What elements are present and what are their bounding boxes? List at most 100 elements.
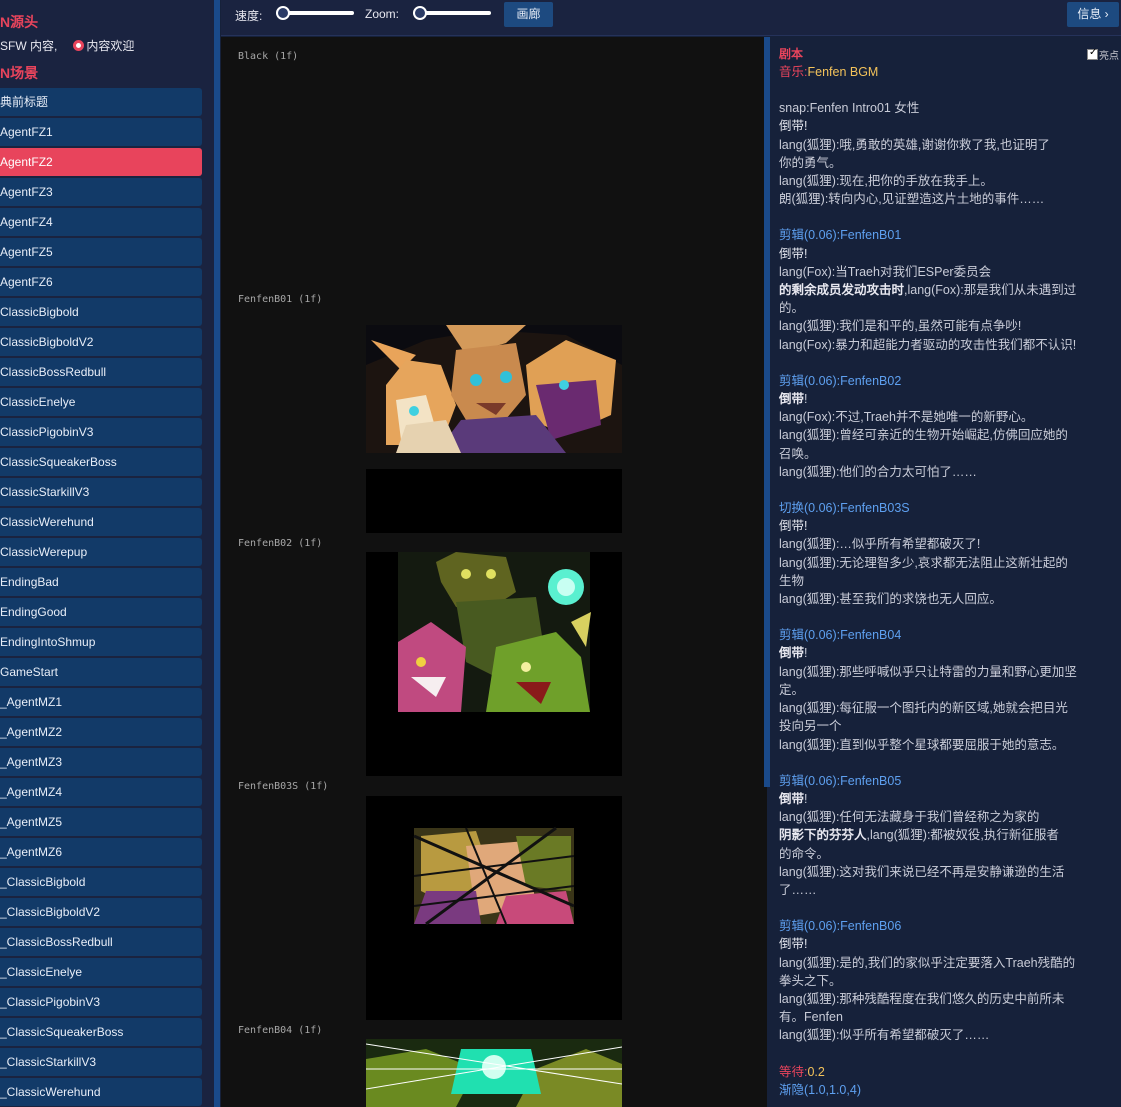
script-line [779,899,1121,917]
script-line: lang(狐狸):那种残酷程度在我们悠久的历史中前所未 [779,990,1121,1008]
highlight-toggle[interactable]: 亮点 [1087,45,1119,63]
script-segment: 投向另一个 [779,719,842,734]
frame-fenfenb03s-image [366,796,622,1020]
script-segment: lang(狐狸):那种残酷程度在我们悠久的历史中前所未 [779,991,1065,1006]
script-segment: 召唤。 [779,446,817,461]
zoom-slider-thumb[interactable] [413,6,427,20]
scene-item[interactable]: AgentFZ4 [0,208,202,236]
scene-item[interactable]: _ClassicBigbold [0,868,202,896]
frame-fenfenb02-image [366,552,622,776]
content-filter: SFW 内容, 内容欢迎 [0,36,134,54]
scene-item[interactable]: _ClassicPigobinV3 [0,988,202,1016]
zoom-slider[interactable] [413,6,491,20]
scene-item[interactable]: _ClassicEnelye [0,958,202,986]
welcome-option-label[interactable]: 内容欢迎 [86,37,134,54]
script-line: 召唤。 [779,445,1121,463]
scene-item[interactable]: EndingBad [0,568,202,596]
script-segment: ,lang(狐狸):都被奴役,执行新征服者 [866,828,1059,843]
speed-slider[interactable] [276,6,354,20]
highlight-checkbox[interactable] [1087,47,1098,60]
script-line: lang(Fox):不过,Traeh并不是她唯一的新野心。 [779,408,1121,426]
script-segment: 有。Fenfen [779,1010,843,1025]
scene-item[interactable]: AgentFZ6 [0,268,202,296]
script-segment: 定。 [779,682,805,697]
script-line: lang(Fox):暴力和超能力者驱动的攻击性我们都不认识! [779,336,1121,354]
scene-item[interactable]: ClassicWerepup [0,538,202,566]
script-segment: 倒带 [779,646,805,661]
scene-item[interactable]: ClassicEnelye [0,388,202,416]
script-segment: lang(Fox):不过,Traeh并不是她唯一的新野心。 [779,410,1034,425]
sidebar-scrollbar[interactable] [214,0,220,1107]
script-segment: lang(Fox):当Traeh对我们ESPer委员会 [779,264,992,279]
script-line: 的。 [779,299,1121,317]
scene-item[interactable]: GameStart [0,658,202,686]
script-line: lang(狐狸):直到似乎整个星球都要屈服于她的意志。 [779,736,1121,754]
scene-item[interactable]: ClassicBigbold [0,298,202,326]
script-line: 剪辑(0.06):FenfenB04 [779,626,1121,644]
script-line: 的剩余成员发动攻击时,lang(Fox):那是我们从未遇到过 [779,281,1121,299]
scene-item[interactable]: 典前标题 [0,88,202,116]
scene-item[interactable]: _AgentMZ5 [0,808,202,836]
scene-item[interactable]: AgentFZ2 [0,148,202,176]
scene-item[interactable]: ClassicPigobinV3 [0,418,202,446]
script-line [779,608,1121,626]
scene-item[interactable]: _ClassicWerehund [0,1078,202,1106]
scene-item[interactable]: _AgentMZ6 [0,838,202,866]
scene-list: 典前标题 AgentFZ1 AgentFZ2 AgentFZ3 AgentFZ4 Agen… [0,88,202,1107]
gallery-button[interactable]: 画廊 [504,2,553,27]
scene-item[interactable]: _ClassicBigboldV2 [0,898,202,926]
scene-item[interactable]: _AgentMZ2 [0,718,202,746]
sfw-option-label[interactable]: SFW 内容, [0,37,57,54]
frame-preview-pane: Black (1f) FenfenB01 (1f) FenfenB02 (1f) [221,37,767,1107]
script-line: 生物 [779,572,1121,590]
monster-horde-illustration [366,552,622,776]
scene-item[interactable]: _ClassicStarkillV3 [0,1048,202,1076]
scene-sidebar: N源头 SFW 内容, 内容欢迎 N场景 典前标题 AgentFZ1 AgentFZ… [0,0,215,1107]
script-title: 剧本 [779,47,804,61]
speed-slider-thumb[interactable] [276,6,290,20]
frame-label-fenfenb03s: FenfenB03S (1f) [238,781,329,792]
script-pane: 剧本 亮点 音乐:Fenfen BGM snap:Fenfen Intro01 女… [771,37,1121,1107]
script-segment: lang(狐狸):我们是和平的,虽然可能有点争吵! [779,319,1022,334]
script-line: 有。Fenfen [779,1008,1121,1026]
zoom-label: Zoom: [365,7,400,21]
scene-item[interactable]: AgentFZ5 [0,238,202,266]
scene-item[interactable]: AgentFZ3 [0,178,202,206]
script-segment: 等待: [779,1064,808,1079]
scene-item[interactable]: ClassicBossRedbull [0,358,202,386]
scene-item[interactable]: EndingIntoShmup [0,628,202,656]
scene-item[interactable]: AgentFZ1 [0,118,202,146]
script-line: 倒带! [779,790,1121,808]
script-segment: 的剩余成员发动攻击时 [779,283,905,298]
info-button[interactable]: 信息 › [1067,2,1119,27]
source-heading: N源头 [0,14,39,30]
script-line: lang(狐狸):任何无法藏身于我们曾经称之为家的 [779,808,1121,826]
script-segment: 剪辑(0.06):FenfenB05 [779,773,902,788]
script-segment: ! [804,392,808,407]
speed-label: 速度: [235,9,263,23]
scene-item[interactable]: _ClassicSqueakerBoss [0,1018,202,1046]
scene-item[interactable]: ClassicSqueakerBoss [0,448,202,476]
script-line: 倒带! [779,935,1121,953]
scene-item[interactable]: _AgentMZ4 [0,778,202,806]
scene-item[interactable]: _AgentMZ1 [0,688,202,716]
frame-label-black: Black (1f) [238,51,299,62]
script-line: 音乐:Fenfen BGM [779,63,1121,81]
scene-item[interactable]: _AgentMZ3 [0,748,202,776]
script-segment: lang(狐狸):无论理智多少,哀求都无法阻止这新壮起的 [779,555,1068,570]
script-line: 剪辑(0.06):FenfenB06 [779,917,1121,935]
welcome-radio[interactable] [73,39,85,51]
scene-item[interactable]: ClassicStarkillV3 [0,478,202,506]
script-segment: 倒带 [779,791,805,806]
scene-item[interactable]: EndingGood [0,598,202,626]
script-line: lang(狐狸):现在,把你的手放在我手上。 [779,172,1121,190]
script-segment: 倒带! [779,519,808,534]
preview-scrollbar[interactable] [764,37,770,787]
script-line: lang(狐狸):那些呼喊似乎只让特雷的力量和野心更加坚 [779,663,1121,681]
scene-item[interactable]: ClassicBigboldV2 [0,328,202,356]
fox-trio-illustration [366,325,622,453]
script-header: 剧本 亮点 [779,45,1121,63]
scene-item[interactable]: _ClassicBossRedbull [0,928,202,956]
scene-item[interactable]: ClassicWerehund [0,508,202,536]
script-line: snap:Fenfen Intro01 女性 [779,99,1121,117]
